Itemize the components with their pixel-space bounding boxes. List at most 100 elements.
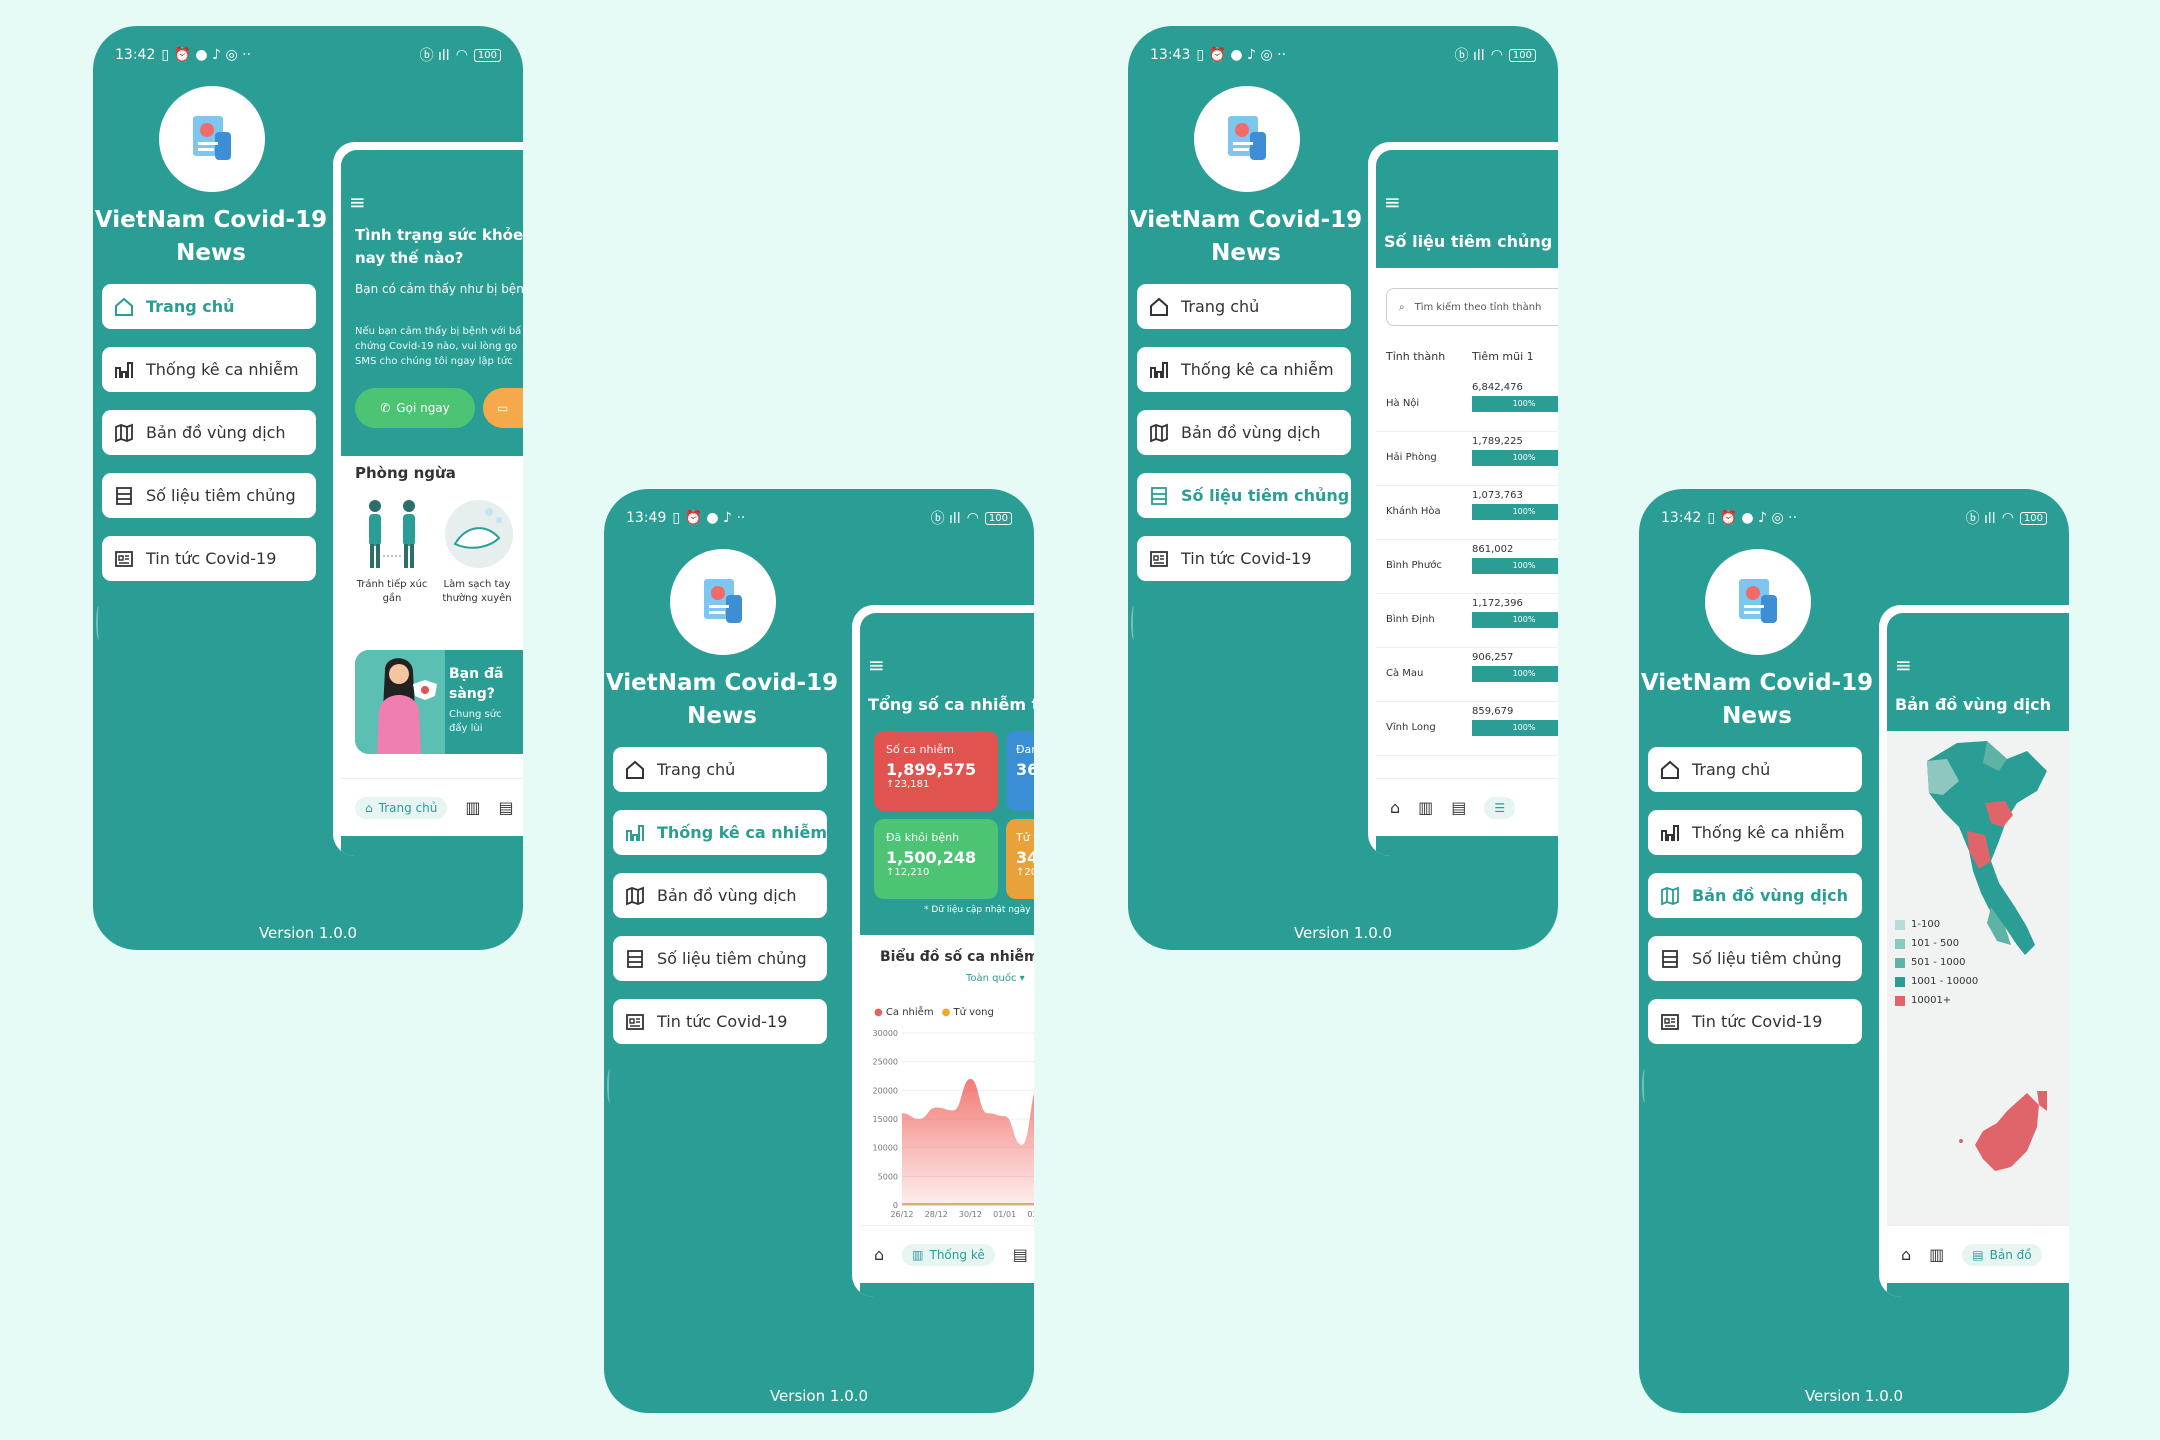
menu-item-home[interactable]: Trang chủ	[1648, 747, 1862, 792]
progress-label: 100%	[1512, 507, 1536, 516]
map-icon	[1150, 423, 1168, 442]
province-name: Cà Mau	[1386, 668, 1424, 679]
nav-home-icon[interactable]: ⌂	[1901, 1245, 1911, 1264]
nav-stats-icon[interactable]: ▥	[465, 798, 480, 817]
vaccine-banner[interactable]: Bạn đã sàng? Chung sức đẩy lùi	[355, 650, 523, 754]
scope-dropdown[interactable]: Toàn quốc ▾	[966, 973, 1025, 984]
search-input[interactable]: ⌕ Tìm kiếm theo tỉnh thành	[1386, 288, 1558, 326]
menu-item-stats[interactable]: Thống kê ca nhiễm	[102, 347, 316, 392]
y-tick-label: 5000	[878, 1172, 898, 1181]
drawer-handle[interactable]	[96, 606, 102, 640]
stat-label: Số ca nhiễm	[886, 743, 954, 756]
nav-home-icon[interactable]: ⌂	[874, 1245, 884, 1264]
stats-screen-preview[interactable]: ≡ Tổng số ca nhiễm trong Số ca nhiễm 1,8…	[852, 605, 1034, 1297]
prevention-card-distance[interactable]: Tránh tiếp xúc gần	[355, 494, 429, 606]
home-screen-preview[interactable]: ≡ Tình trạng sức khỏe củ nay thế nào? Bạ…	[333, 142, 523, 856]
legend-label: 1-100	[1911, 919, 1941, 930]
menu-item-home[interactable]: Trang chủ	[613, 747, 827, 792]
menu-item-news[interactable]: Tin tức Covid-19	[1137, 536, 1351, 581]
dose-count: 6,842,476	[1472, 382, 1523, 393]
menu-item-map[interactable]: Bản đồ vùng dịch	[1648, 873, 1862, 918]
nav-map-icon[interactable]: ▤	[1013, 1245, 1028, 1264]
social-distance-illustration	[369, 500, 415, 568]
menu-item-home[interactable]: Trang chủ	[102, 284, 316, 329]
map-icon	[626, 886, 644, 905]
menu-icon[interactable]: ≡	[349, 190, 366, 214]
menu-icon[interactable]: ≡	[868, 653, 885, 677]
menu-item-vaccine[interactable]: Số liệu tiêm chủng	[613, 936, 827, 981]
menu-item-news[interactable]: Tin tức Covid-19	[1648, 999, 1862, 1044]
app-title: VietNam Covid-19 News	[605, 670, 839, 729]
map-area[interactable]: 1-100 101 - 500 501 - 1000 1001 - 10000 1000…	[1887, 731, 2069, 1231]
banner-line2: sàng?	[449, 686, 495, 702]
notification-icons: ▯ ⏰ ● ♪ ··	[672, 510, 746, 526]
table-row[interactable]: Khánh Hòa 1,073,763 100%	[1376, 486, 1558, 540]
table-row[interactable]: Cà Mau 906,257 100%	[1376, 648, 1558, 702]
nav-vaccine[interactable]: ☰	[1484, 796, 1516, 819]
y-tick-label: 30000	[873, 1029, 898, 1038]
nav-map-label: Bản đồ	[1989, 1247, 2032, 1262]
newspaper-icon	[115, 550, 133, 567]
map-screen-preview[interactable]: ≡ Bản đồ vùng dịch 1-100 101 - 500 501 - 1…	[1879, 605, 2069, 1297]
vaccine-screen-preview[interactable]: ≡ Số liệu tiêm chủng ⌕ Tìm kiếm theo tỉnh…	[1368, 142, 1558, 856]
woman-illustration	[355, 650, 445, 754]
version-label: Version 1.0.0	[1293, 924, 1393, 942]
nav-stats[interactable]: ▥ Thống kê	[902, 1243, 995, 1266]
progress-label: 100%	[1512, 615, 1536, 624]
health-body-2: chứng Covid-19 nào, vui lòng gọ	[355, 341, 518, 352]
nav-stats-icon[interactable]: ▥	[1418, 798, 1433, 817]
table-row[interactable]: Hải Phòng 1,789,225 100%	[1376, 432, 1558, 486]
progress-bar: 100%	[1472, 558, 1558, 574]
menu-item-stats[interactable]: Thống kê ca nhiễm	[1137, 347, 1351, 392]
menu-icon[interactable]: ≡	[1895, 653, 1912, 677]
menu-item-news[interactable]: Tin tức Covid-19	[613, 999, 827, 1044]
menu-item-vaccine[interactable]: Số liệu tiêm chủng	[1648, 936, 1862, 981]
nav-stats-icon[interactable]: ▥	[1929, 1245, 1944, 1264]
table-icon	[1151, 486, 1167, 505]
sms-button[interactable]: ▭	[483, 388, 523, 428]
table-row[interactable]: Vĩnh Long 859,679 100%	[1376, 702, 1558, 756]
prevention-card-wash[interactable]: Làm sạch tay thường xuyên	[437, 494, 517, 606]
stat-card-cases: Số ca nhiễm 1,899,575 ↑23,181	[874, 731, 998, 811]
progress-bar: 100%	[1472, 504, 1558, 520]
legend-label: 101 - 500	[1911, 938, 1960, 949]
menu-item-map[interactable]: Bản đồ vùng dịch	[102, 410, 316, 455]
bottom-nav: ⌂ ▥ ▤ ☰	[1376, 778, 1558, 836]
menu-item-map[interactable]: Bản đồ vùng dịch	[1137, 410, 1351, 455]
drawer-handle[interactable]	[1131, 606, 1137, 640]
bar-chart-icon	[1150, 361, 1168, 378]
clock: 13:42	[115, 47, 156, 63]
progress-bar: 100%	[1472, 450, 1558, 466]
progress-label: 100%	[1512, 453, 1536, 462]
table-row[interactable]: Bình Phước 861,002 100%	[1376, 540, 1558, 594]
legend-swatch	[1895, 995, 1905, 1006]
menu-item-vaccine[interactable]: Số liệu tiêm chủng	[1137, 473, 1351, 518]
nav-home[interactable]: ⌂ Trang chủ	[355, 796, 448, 819]
call-now-button[interactable]: ✆ Gọi ngay	[355, 388, 475, 428]
phone-home: 13:42 ▯ ⏰ ● ♪ ◎ ·· ⓑ ıll ◠ 100 VietNam Covi…	[93, 26, 523, 950]
legend-deaths-label: Tử vong	[953, 1007, 994, 1018]
menu-item-vaccine[interactable]: Số liệu tiêm chủng	[102, 473, 316, 518]
table-row[interactable]: Hà Nội 6,842,476 100%	[1376, 378, 1558, 432]
banner-line4: đẩy lùi	[449, 723, 483, 734]
scope-label: Toàn quốc	[966, 973, 1017, 984]
nav-map-icon[interactable]: ▤	[1451, 798, 1466, 817]
preview-frame-bottom	[341, 836, 523, 856]
drawer-handle[interactable]	[1642, 1069, 1648, 1103]
drawer-handle[interactable]	[607, 1069, 613, 1103]
menu-label: Tin tức Covid-19	[1181, 549, 1312, 568]
stat-label: Đã khỏi bệnh	[886, 831, 960, 844]
menu-item-stats[interactable]: Thống kê ca nhiễm	[613, 810, 827, 855]
menu-item-map[interactable]: Bản đồ vùng dịch	[613, 873, 827, 918]
menu-item-home[interactable]: Trang chủ	[1137, 284, 1351, 329]
menu-item-stats[interactable]: Thống kê ca nhiễm	[1648, 810, 1862, 855]
y-tick-label: 10000	[873, 1144, 898, 1153]
menu-icon[interactable]: ≡	[1384, 190, 1401, 214]
legend-swatch	[1895, 919, 1905, 930]
nav-map[interactable]: ▤ Bản đồ	[1962, 1243, 2042, 1266]
table-row[interactable]: Bình Định 1,172,396 100%	[1376, 594, 1558, 648]
nav-map-icon[interactable]: ▤	[498, 798, 513, 817]
x-tick-label: 30/12	[959, 1210, 982, 1219]
nav-home-icon[interactable]: ⌂	[1390, 798, 1400, 817]
menu-item-news[interactable]: Tin tức Covid-19	[102, 536, 316, 581]
